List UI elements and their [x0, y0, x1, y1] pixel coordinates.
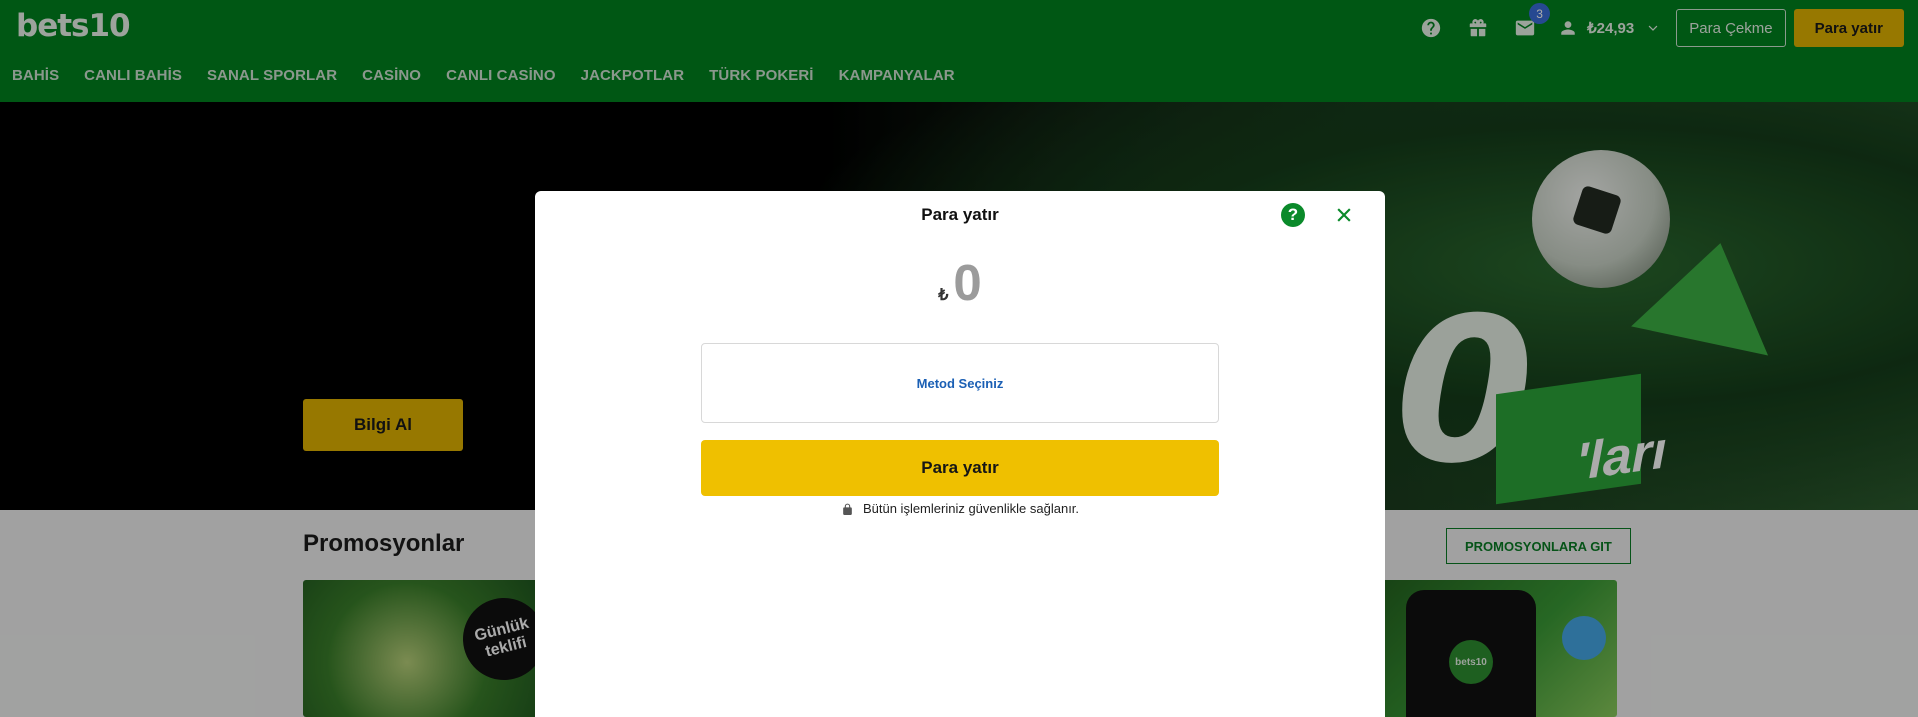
security-note-text: Bütün işlemleriniz güvenlikle sağlanır. — [862, 501, 1080, 516]
amount-input[interactable]: ₺ 0 — [535, 257, 1385, 308]
help-icon[interactable]: ? — [1281, 203, 1305, 227]
amount-value: 0 — [953, 254, 982, 311]
close-icon[interactable] — [1332, 203, 1356, 227]
modal-title: Para yatır — [921, 205, 999, 224]
submit-deposit-button[interactable]: Para yatır — [701, 440, 1219, 496]
deposit-modal: Para yatır ? ₺ 0 Metod Seçiniz Para yatı… — [535, 191, 1385, 717]
payment-method-select[interactable]: Metod Seçiniz — [701, 343, 1219, 423]
currency-symbol: ₺ — [938, 287, 949, 304]
security-note: Bütün işlemleriniz güvenlikle sağlanır. — [535, 501, 1385, 516]
lock-icon — [843, 503, 852, 515]
